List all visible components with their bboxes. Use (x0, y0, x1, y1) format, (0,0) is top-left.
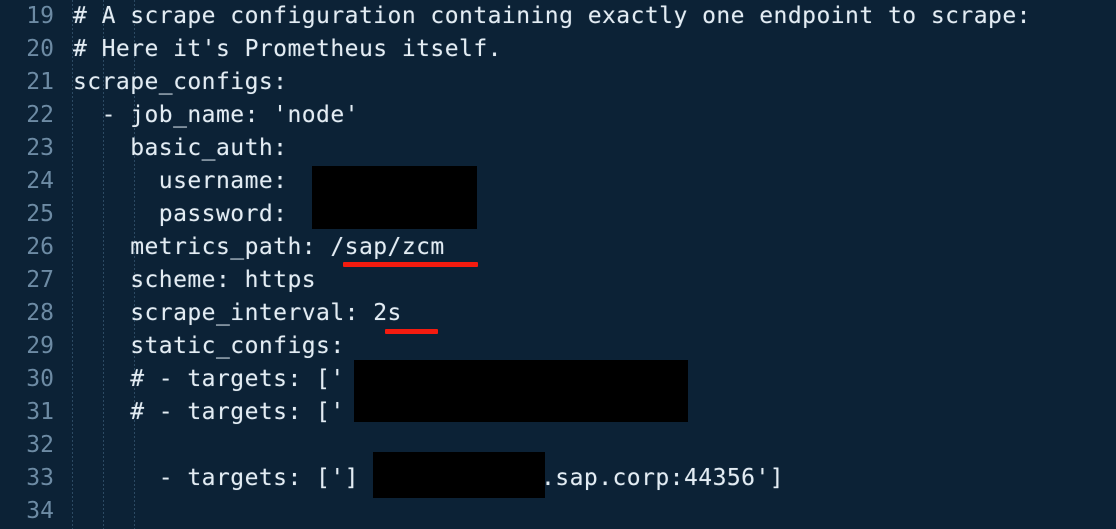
code-line[interactable]: # Here it's Prometheus itself. (73, 33, 502, 66)
code-line-suffix[interactable]: .sap.corp:44356'] (541, 462, 784, 495)
code-line[interactable]: # - targets: [' (73, 396, 345, 429)
code-line[interactable]: static_configs: (73, 330, 345, 363)
code-editor[interactable]: 19 20 21 22 23 24 25 26 27 28 29 30 31 3… (0, 0, 1116, 529)
code-content[interactable]: # A scrape configuration containing exac… (0, 0, 1116, 529)
code-line[interactable]: password: (73, 198, 287, 231)
code-line[interactable]: # A scrape configuration containing exac… (73, 0, 1031, 33)
metrics-path-underline (343, 262, 478, 267)
hostname-redaction (373, 452, 545, 498)
code-line[interactable]: - targets: ['] (73, 462, 359, 495)
code-line[interactable]: scrape_interval: 2s (73, 297, 402, 330)
scrape-interval-underline (385, 329, 438, 334)
code-line[interactable]: metrics_path: /sap/zcm (73, 231, 445, 264)
code-line[interactable]: username: (73, 165, 287, 198)
code-line[interactable]: basic_auth: (73, 132, 287, 165)
code-line[interactable]: scheme: https (73, 264, 316, 297)
credentials-redaction (312, 166, 477, 229)
targets-redaction (354, 360, 688, 422)
code-line[interactable]: # - targets: [' (73, 363, 345, 396)
code-line[interactable]: - job_name: 'node' (73, 99, 359, 132)
code-line[interactable]: scrape_configs: (73, 66, 287, 99)
